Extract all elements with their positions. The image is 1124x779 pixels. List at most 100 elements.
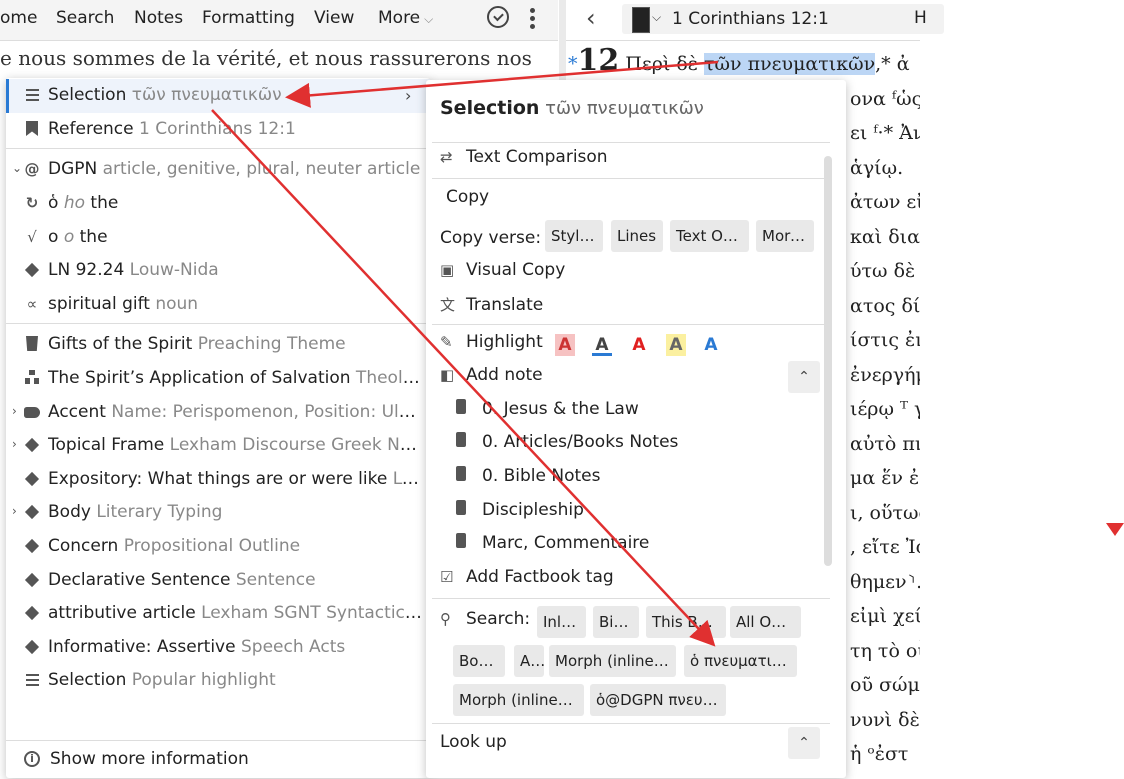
notebook-icon (456, 399, 466, 414)
notebook-item[interactable]: Discipleship (448, 500, 584, 530)
context-menu-item[interactable]: √ ο o the (6, 222, 430, 254)
copy-item[interactable]: Copy (446, 187, 489, 217)
expand-chevron-icon[interactable]: › (12, 437, 17, 451)
toolbar-notes[interactable]: Notes (134, 8, 183, 28)
search-all-open-chip[interactable]: All Open (730, 606, 801, 638)
context-menu-item[interactable]: Expository: What things are or were like… (6, 464, 430, 496)
hierarchy-icon (24, 370, 40, 386)
context-menu-item[interactable]: › Accent Name: Perispomenon, Position: Ul… (6, 397, 430, 429)
visual-copy-item[interactable]: ▣ Visual Copy (440, 260, 565, 290)
reference-text: 1 Corinthians 12:1 (672, 9, 829, 29)
context-menu-item[interactable]: ∝ spiritual gift noun (6, 289, 430, 321)
collapse-notes-button[interactable]: ⌃ (788, 361, 820, 393)
notebook-item[interactable]: 0. Articles/Books Notes (448, 432, 678, 462)
more-vertical-icon[interactable] (528, 6, 536, 32)
context-menu-item[interactable]: ↻ ὁ ho the (6, 188, 430, 220)
expand-chevron-icon[interactable]: › (12, 404, 17, 418)
expand-chevron-icon[interactable]: ⌄ (12, 161, 22, 175)
diamond-icon (24, 572, 40, 588)
chevron-down-icon[interactable]: ⌵ (652, 10, 661, 25)
context-menu-item[interactable]: Declarative Sentence Sentence (6, 565, 430, 597)
selected-text[interactable]: τῶν πνευματικῶν (704, 53, 876, 75)
check-circle-icon[interactable] (487, 6, 509, 28)
diamond-icon (24, 471, 40, 487)
look-up-item[interactable]: Look up (440, 732, 507, 762)
collapse-lookup-button[interactable]: ⌃ (788, 727, 820, 759)
context-menu-item[interactable]: Selection Popular highlight (6, 665, 430, 697)
copy-lines-chip[interactable]: Lines (611, 220, 663, 252)
diamond-icon (24, 605, 40, 621)
context-menu-item[interactable]: › Topical Frame Lexham Discourse Greek Ne… (6, 430, 430, 462)
expand-chevron-icon[interactable]: › (12, 504, 17, 518)
theme-icon (24, 336, 40, 352)
notebook-icon (456, 466, 466, 481)
context-menu-item[interactable]: Selection τῶν πνευματικῶν (6, 80, 430, 112)
context-menu-item[interactable]: Informative: Assertive Speech Acts (6, 632, 430, 664)
highlight-swatch-yellow[interactable]: A (666, 334, 686, 356)
translate-item[interactable]: 文 Translate (440, 294, 543, 324)
context-menu-item[interactable]: Concern Propositional Outline (6, 531, 430, 563)
pen-icon: ✎ (440, 333, 453, 351)
pane-header-cut: H (914, 8, 927, 28)
search-label: ⚲ Search: (440, 609, 531, 629)
toolbar-more[interactable]: More ⌵ (378, 8, 433, 28)
highlight-swatch-red-bg[interactable]: A (555, 334, 575, 356)
search-bible-chip[interactable]: Bible (593, 606, 639, 638)
copy-text-only-chip[interactable]: Text Only (670, 220, 749, 252)
bible-pane-toolbar: ‹ ⌵ 1 Corinthians 12:1 H (566, 0, 944, 41)
toolbar-more-label: More (378, 8, 421, 28)
highlight-swatch-red-text[interactable]: A (629, 334, 649, 356)
search-this-book-chip[interactable]: This Book (646, 606, 726, 638)
notebook-icon (456, 432, 466, 447)
book-icon (632, 7, 650, 33)
swap-arrows-icon: ⇄ (440, 148, 453, 166)
verse-number: 12 (577, 44, 620, 78)
highlight-swatch-blue-text[interactable]: A (701, 334, 721, 356)
context-menu-item[interactable]: attributive article Lexham SGNT Syntacti… (6, 598, 430, 630)
translate-icon: 文 (440, 296, 456, 314)
chevron-down-icon: ⌵ (424, 12, 434, 26)
search-all-chip[interactable]: All (514, 645, 544, 677)
search-books-chip[interactable]: Books (453, 645, 505, 677)
highlight-swatch-underline[interactable]: A (592, 334, 612, 356)
search-morph-chip-2[interactable]: Morph (inline):… (453, 684, 584, 716)
checkbox-icon: ☑ (440, 568, 454, 586)
toolbar-view[interactable]: View (314, 8, 354, 28)
toolbar-search[interactable]: Search (56, 8, 114, 28)
reference-box[interactable]: ⌵ 1 Corinthians 12:1 (622, 4, 944, 34)
show-more-information[interactable]: i Show more information (6, 740, 430, 779)
chevron-right-icon[interactable]: › (405, 86, 411, 105)
root-icon: √ (27, 228, 37, 246)
context-menu-item[interactable]: Gifts of the Spirit Preaching Theme (6, 329, 430, 361)
notebook-item[interactable]: Marc, Commentaire (448, 533, 649, 563)
context-menu-item[interactable]: › Body Literary Typing (6, 497, 430, 529)
context-menu: Selection τῶν πνευματικῶν Reference 1 Cor… (6, 78, 430, 778)
highlight-item[interactable]: ✎ Highlight (440, 332, 543, 362)
context-menu-item[interactable]: Reference 1 Corinthians 12:1 (6, 114, 430, 146)
lines-icon (24, 672, 40, 688)
context-menu-item[interactable]: The Spirit’s Application of Salvation Th… (6, 363, 430, 395)
add-note-item[interactable]: ◧ Add note (440, 365, 543, 395)
search-lemma-chip[interactable]: ὁ πνευματικός (684, 645, 797, 677)
context-menu-item[interactable]: ⌄ @ DGPN article, genitive, plural, neuter… (6, 154, 430, 186)
copy-more-chip[interactable]: More » (756, 220, 814, 252)
back-arrow-icon[interactable]: ‹ (586, 4, 596, 32)
info-icon: i (24, 751, 40, 767)
toolbar-home[interactable]: ome (0, 8, 37, 28)
notebook-item[interactable]: 0. Bible Notes (448, 466, 601, 496)
search-inline-chip[interactable]: Inline (537, 606, 586, 638)
text-comparison-item[interactable]: ⇄ Text Comparison (440, 147, 608, 177)
context-menu-item[interactable]: LN 92.24 Louw-Nida (6, 255, 430, 287)
search-morph-chip[interactable]: Morph (inline):… (549, 645, 676, 677)
diamond-icon (24, 437, 40, 453)
at-sign-icon: @ (24, 160, 40, 178)
search-morph-lemma-chip[interactable]: ὁ@DGPN πνευμ… (590, 684, 726, 716)
notebook-item[interactable]: 0. Jesus & the Law (448, 399, 639, 429)
toolbar-formatting[interactable]: Formatting (202, 8, 295, 28)
diamond-icon (24, 262, 40, 278)
verse-line: *12 Περὶ δὲ τῶν πνευματικῶν,* ἀ (568, 44, 910, 78)
copy-styled-chip[interactable]: Styled (545, 220, 603, 252)
submenu-title: Selection τῶν πνευματικῶν (440, 97, 704, 119)
submenu-scrollbar[interactable] (824, 156, 832, 566)
add-factbook-tag-item[interactable]: ☑ Add Factbook tag (440, 567, 614, 597)
